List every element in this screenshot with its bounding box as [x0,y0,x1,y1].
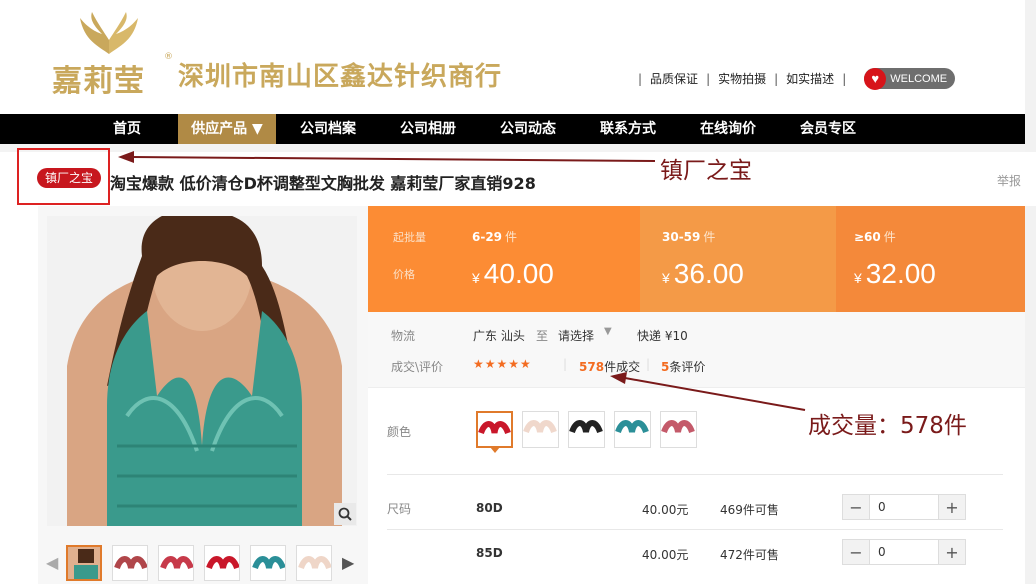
divider: | [706,71,711,86]
divider [387,529,1003,530]
nav-products[interactable]: 供应产品 ▼ [178,114,276,144]
page-edge [1025,0,1036,584]
tier-range: ≥60 件 [854,230,896,244]
minus-button[interactable]: − [843,540,869,564]
price-tier-2: 30-59 件 ¥36.00 [640,206,836,312]
size-name: 80D [476,501,503,515]
min-qty-label: 起批量 [393,231,426,244]
link-photos[interactable]: 实物拍摄 [718,70,766,87]
nav-profile[interactable]: 公司档案 [288,114,368,144]
price-label: 价格 [393,268,415,281]
size-name: 85D [476,546,503,560]
tier-price: ¥40.00 [472,258,554,289]
heart-icon: ♥ [864,67,887,90]
plus-button[interactable]: + [939,540,965,564]
info-panel [368,312,1025,388]
size-stock: 472件可售 [720,548,779,562]
color-swatch-rose[interactable] [660,411,697,448]
divider: | [638,71,643,86]
product-title: 淘宝爆款 低价清仓D杯调整型文胸批发 嘉莉莹厂家直销928 [110,174,536,193]
selected-caret [490,447,500,453]
report-link[interactable]: 举报 [997,172,1021,189]
company-name: 深圳市南山区鑫达针织商行 [178,62,503,92]
nav-contact[interactable]: 联系方式 [588,114,668,144]
destination-select[interactable]: 请选择 [558,327,594,344]
nav-news[interactable]: 公司动态 [488,114,568,144]
header-links: | 品质保证 | 实物拍摄 | 如实描述 | ♥ WELCOME [630,67,956,90]
annotation-sales-note: 成交量：578件 [808,413,967,439]
product-photo-art [47,216,357,526]
color-swatch-red[interactable] [476,411,513,448]
divider: | [842,71,847,86]
annotation-badge-note: 镇厂之宝 [660,158,752,184]
link-quality[interactable]: 品质保证 [650,70,698,87]
review-count[interactable]: 5条评价 [661,358,705,375]
thumbnail[interactable] [296,545,332,581]
color-swatch-black[interactable] [568,411,605,448]
thumbnail[interactable] [204,545,240,581]
chevron-right-icon[interactable]: ▶ [342,553,354,572]
welcome-badge[interactable]: ♥ WELCOME [864,67,956,90]
thumbnail[interactable] [250,545,286,581]
site-header: 嘉莉莹 ® 深圳市南山区鑫达针织商行 | 品质保证 | 实物拍摄 | 如实描述 … [0,0,1036,114]
star-rating: ★★★★★ [473,357,532,371]
nav-inquiry[interactable]: 在线询价 [688,114,768,144]
thumbnail-strip: ◀ ▶ [46,545,362,581]
shipping-fee: 快递 ¥10 [637,329,688,343]
sold-count[interactable]: 578件成交 [579,358,640,375]
size-stock: 469件可售 [720,503,779,517]
thumbnail[interactable] [112,545,148,581]
quantity-input[interactable]: 0 [869,495,939,519]
origin-text: 广东 汕头 [473,329,525,343]
divider: | [563,357,568,371]
minus-button[interactable]: − [843,495,869,519]
color-swatch-teal[interactable] [614,411,651,448]
logistics-label: 物流 [391,329,416,343]
quantity-stepper: − 0 + [842,494,966,520]
price-panel: 起批量 价格 6-29 件 ¥40.00 30-59 件 ¥36.00 ≥60 件 ¥… [368,206,1025,312]
treasure-badge: 镇厂之宝 [37,168,102,188]
welcome-text: WELCOME [890,72,948,85]
to-text: 至 [536,329,549,343]
nav-home[interactable]: 首页 [98,114,156,144]
tier-price: ¥32.00 [854,258,936,289]
size-price: 40.00元 [642,503,689,517]
registered-mark: ® [164,52,173,62]
tier-price: ¥36.00 [662,258,744,289]
chevron-left-icon[interactable]: ◀ [46,553,58,572]
divider: | [646,357,651,371]
reviews-label: 成交\评价 [391,360,444,374]
divider: | [774,71,779,86]
product-photo[interactable] [47,216,357,526]
plus-button[interactable]: + [939,495,965,519]
color-swatch-nude[interactable] [522,411,559,448]
main-nav: 首页 供应产品 ▼ 公司档案 公司相册 公司动态 联系方式 在线询价 会员专区 [0,114,1036,144]
spacer [0,144,1036,152]
link-description[interactable]: 如实描述 [786,70,834,87]
tier-range: 6-29 件 [472,230,518,244]
thumbnail[interactable] [158,545,194,581]
nav-members[interactable]: 会员专区 [788,114,868,144]
logo-text: 嘉莉莹 [52,64,145,99]
quantity-input[interactable]: 0 [869,540,939,564]
price-tier-3: ≥60 件 ¥32.00 [836,206,1025,312]
thumbnail[interactable] [66,545,102,581]
price-tier-1: 起批量 价格 6-29 件 ¥40.00 [368,206,640,312]
divider [387,474,1003,475]
tier-range: 30-59 件 [662,230,716,244]
magnifier-icon[interactable] [334,503,356,525]
color-label: 颜色 [387,425,412,439]
nav-album[interactable]: 公司相册 [388,114,468,144]
size-label: 尺码 [387,502,412,516]
size-price: 40.00元 [642,548,689,562]
logo-hands-icon [80,12,138,54]
quantity-stepper: − 0 + [842,539,966,565]
chevron-down-icon[interactable]: ▼ [604,326,612,337]
